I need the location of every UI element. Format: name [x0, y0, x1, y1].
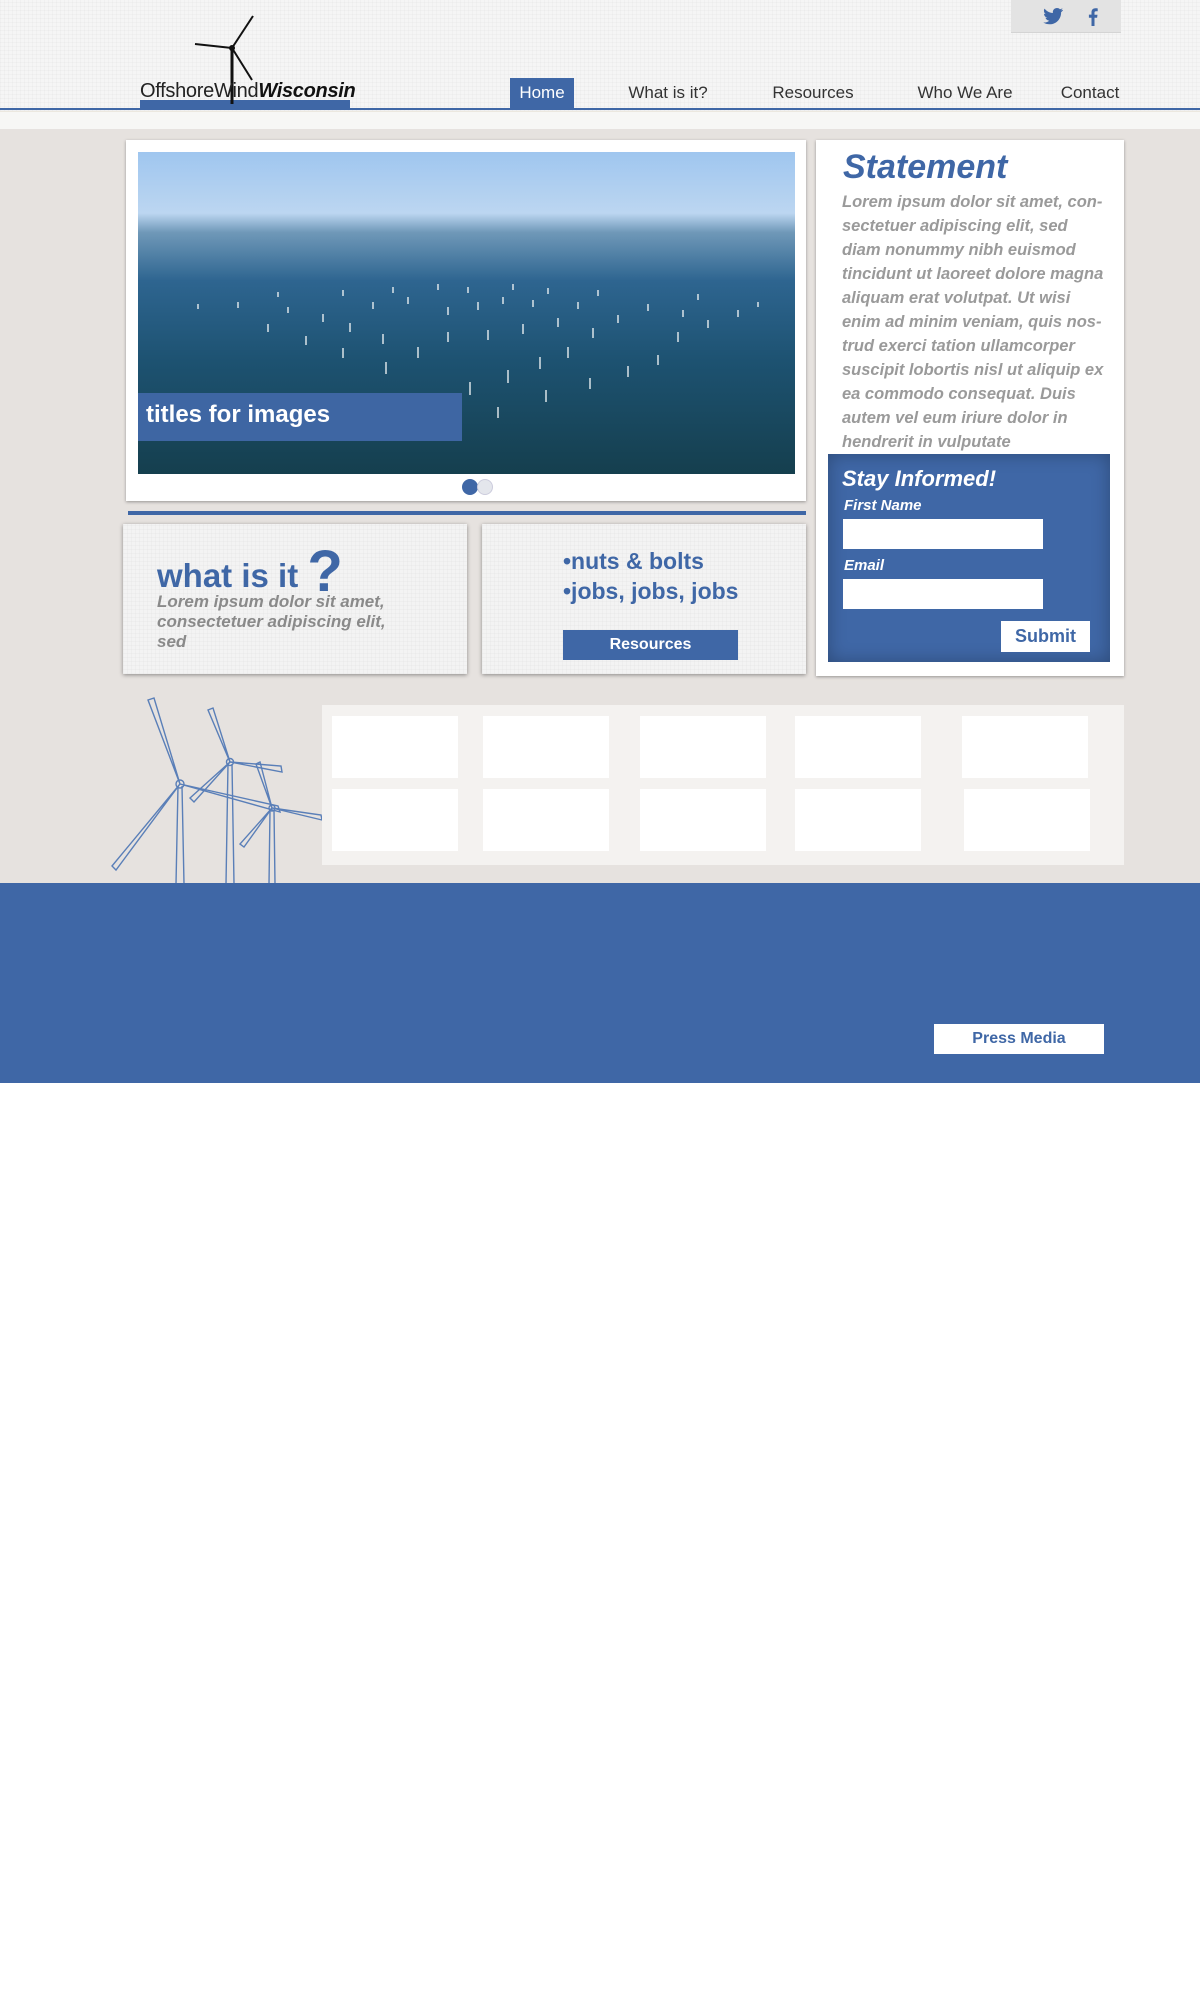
grid-tile[interactable]	[483, 789, 609, 851]
logo-text-offshorewind: OffshoreWind	[140, 80, 259, 102]
slider-dot-1[interactable]	[462, 479, 478, 495]
press-media-button[interactable]: Press Media	[934, 1024, 1104, 1054]
grid-tile[interactable]	[640, 789, 766, 851]
resources-button[interactable]: Resources	[563, 630, 738, 660]
nav-contact[interactable]: Contact	[1054, 78, 1126, 108]
site-logo[interactable]: OffshoreWindWisconsin	[140, 80, 356, 103]
grid-tile[interactable]	[964, 789, 1090, 851]
grid-tile[interactable]	[795, 789, 921, 851]
statement-title: Statement	[843, 148, 1008, 186]
section-divider	[128, 511, 806, 515]
bullet-nuts-bolts: •nuts & bolts	[563, 548, 704, 574]
wind-turbines-illustration	[111, 697, 323, 884]
signup-title: Stay Informed!	[842, 466, 997, 491]
grid-tile[interactable]	[640, 716, 766, 778]
nav-home[interactable]: Home	[510, 78, 574, 108]
bullet-jobs: •jobs, jobs, jobs	[563, 578, 739, 604]
statement-text: Lorem ipsum dolor sit amet, con-sectetue…	[842, 193, 1104, 451]
submit-button[interactable]: Submit	[1001, 621, 1090, 652]
header-divider	[0, 108, 1200, 110]
grid-tile[interactable]	[332, 789, 458, 851]
nav-who-we-are[interactable]: Who We Are	[906, 78, 1024, 108]
grid-tile[interactable]	[332, 716, 458, 778]
email-label: Email	[844, 557, 885, 574]
partner-logo-grid	[322, 705, 1124, 865]
grid-tile[interactable]	[962, 716, 1088, 778]
what-is-it-text: Lorem ipsum dolor sit amet, consectetuer…	[157, 592, 386, 651]
grid-tile[interactable]	[483, 716, 609, 778]
nav-what-is-it[interactable]: What is it?	[615, 78, 721, 108]
twitter-icon[interactable]	[1041, 4, 1065, 28]
logo-text-wisconsin: Wisconsin	[258, 80, 356, 102]
email-field[interactable]	[843, 579, 1043, 609]
first-name-label: First Name	[844, 497, 922, 514]
facebook-icon[interactable]	[1081, 4, 1105, 28]
slide-caption: titles for images	[138, 393, 462, 441]
header-strip	[0, 111, 1200, 130]
social-links	[1011, 0, 1121, 33]
what-is-it-title: what is it	[157, 557, 299, 594]
slider-dot-2[interactable]	[477, 479, 493, 495]
grid-tile[interactable]	[795, 716, 921, 778]
nav-resources[interactable]: Resources	[760, 78, 866, 108]
first-name-field[interactable]	[843, 519, 1043, 549]
